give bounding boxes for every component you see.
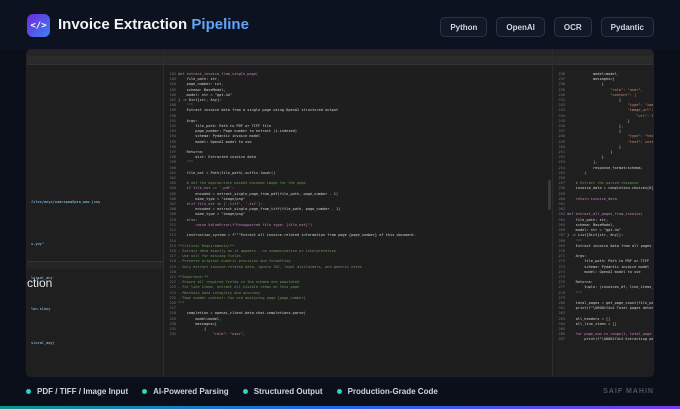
feature-label: Production-Grade Code — [347, 387, 438, 396]
code-line: def extract_all_pages_from_invoice( — [567, 212, 643, 217]
feature-label: PDF / TIFF / Image Input — [37, 387, 129, 396]
feature-item: AI-Powered Parsing — [142, 387, 229, 396]
code-line: sloral_aqy) — [31, 341, 55, 346]
breadcrumb — [553, 57, 653, 65]
code-line: model: OpenAI model to use — [567, 269, 641, 274]
line-number: 232 — [169, 332, 177, 337]
tag-python: Python — [440, 17, 488, 37]
code-line: print(f"\U0001f4c4 Extracting page {p — [584, 337, 654, 342]
code-line: "role": "user", — [178, 332, 246, 337]
tab-bar[interactable] — [164, 50, 552, 57]
left-panel-word: ction — [27, 276, 53, 290]
line-number-gutter: 182 183 184 185 186 187 188 189 190 191 192 193 194 1… — [166, 72, 177, 337]
code-line: tuple: (invoices_df, line_items_d — [567, 285, 654, 290]
title-main: Invoice Extraction — [58, 16, 188, 33]
breadcrumb — [27, 57, 163, 65]
tech-tags: Python OpenAI OCR Pydantic — [440, 17, 654, 37]
code-line: "image_url": { — [567, 108, 654, 113]
feature-list: PDF / TIFF / Image Input AI-Powered Pars… — [26, 387, 438, 396]
bullet-icon — [142, 389, 148, 394]
page-title: Invoice Extraction Pipeline — [58, 16, 249, 33]
feature-item: PDF / TIFF / Image Input — [26, 387, 128, 396]
code-logo-icon: </> — [27, 14, 50, 37]
breadcrumb — [164, 57, 552, 65]
panel-divider — [27, 261, 163, 269]
editor-screenshot: files/anyx/xaacspaqSpsa_wao.jsoy s.yoy" … — [26, 49, 654, 377]
code-editor[interactable]: model=model, messages=[ { "role": "user"… — [567, 72, 654, 343]
tab-bar[interactable] — [27, 50, 163, 57]
tag-openai: OpenAI — [496, 17, 545, 37]
editor-pane-right: 236 237 238 239 240 241 242 243 244 245 246 247 248 2… — [552, 50, 654, 376]
feature-item: Production-Grade Code — [336, 387, 438, 396]
left-code-snippets: files/anyx/xaacspaqSpsa_wao.jsoy s.yoy" … — [31, 190, 100, 357]
author-watermark: SAIF MAHIN — [603, 388, 654, 395]
code-line: "type": "text", — [567, 134, 654, 139]
line-number-gutter: 236 237 238 239 240 241 242 243 244 245 246 247 248 2… — [555, 72, 566, 343]
tab-bar[interactable] — [553, 50, 653, 57]
code-line: invoice_data = completion.choices[0] — [567, 186, 654, 191]
tag-pydantic: Pydantic — [600, 17, 654, 37]
tag-ocr: OCR — [553, 17, 592, 37]
code-line: schema: Pydantic invoice model — [567, 264, 650, 269]
code-line: files/anyx/xaacspaqSpsa_wao.jsoy — [31, 200, 101, 205]
footer: PDF / TIFF / Image Input AI-Powered Pars… — [0, 377, 680, 409]
bullet-icon — [26, 389, 31, 394]
feature-label: AI-Powered Parsing — [153, 387, 229, 396]
scrollbar[interactable] — [548, 180, 551, 210]
bullet-icon — [336, 389, 342, 394]
code-line: file_path: Path to PDF or TIFF — [567, 259, 650, 264]
line-number: 287 — [558, 337, 566, 342]
bullet-icon — [242, 389, 248, 394]
code-line: Extract invoice data from all pages — [567, 243, 652, 248]
header: </> Invoice Extraction Pipeline Python O… — [0, 0, 680, 50]
title-accent: Pipeline — [191, 16, 249, 33]
code-line: lon.sloxy — [31, 307, 51, 312]
editor-pane-left: files/anyx/xaacspaqSpsa_wao.jsoy s.yoy" … — [27, 50, 163, 376]
feature-item: Structured Output — [242, 387, 323, 396]
code-line: print(f"\U0001f4c4 Total pages detected:… — [575, 306, 654, 311]
editor-pane-main: 182 183 184 185 186 187 188 189 190 191 192 193 194 1… — [163, 50, 552, 376]
code-editor[interactable]: def extract_invoice_from_single_page( fi… — [178, 72, 548, 337]
feature-label: Structured Output — [253, 387, 323, 396]
code-line: s.yoy" — [31, 242, 44, 247]
